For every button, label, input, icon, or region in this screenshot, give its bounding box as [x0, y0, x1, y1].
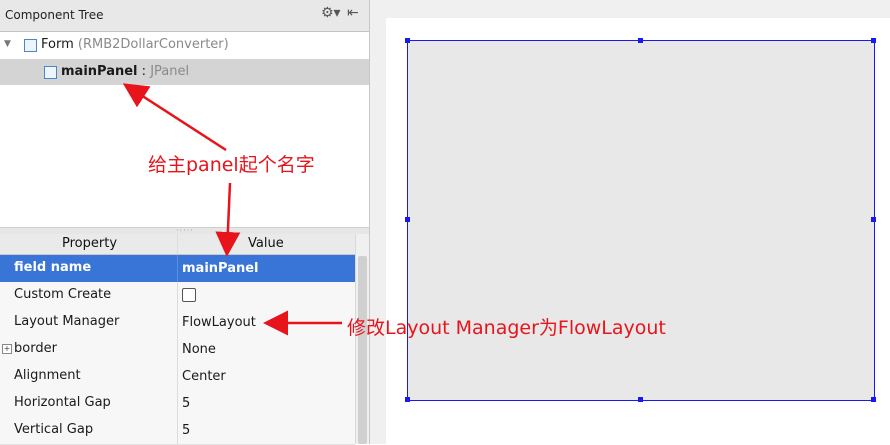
property-value-input[interactable]: mainPanel: [182, 261, 259, 276]
property-value[interactable]: Center: [182, 369, 226, 384]
resize-handle[interactable]: [638, 38, 643, 43]
column-header-value[interactable]: Value: [248, 236, 284, 251]
component-tree: ▼ Form (RMB2DollarConverter) mainPanel :…: [0, 32, 369, 227]
component-tree-header: Component Tree ⚙▾ ⇤: [0, 0, 369, 32]
property-value[interactable]: 5: [182, 396, 190, 411]
column-header-property[interactable]: Property: [62, 236, 117, 251]
annotation-layout-manager: 修改Layout Manager为FlowLayout: [347, 317, 666, 339]
layout-manager-select[interactable]: FlowLayout: [182, 315, 256, 330]
expand-triangle-icon[interactable]: ▼: [4, 39, 11, 49]
tree-node-mainpanel[interactable]: mainPanel : JPanel: [0, 59, 369, 85]
collapse-icon[interactable]: ⇤: [347, 5, 359, 21]
property-name: Layout Manager: [14, 314, 120, 329]
left-pane: Component Tree ⚙▾ ⇤ ▼ Form (RMB2DollarCo…: [0, 0, 370, 445]
resize-handle[interactable]: [871, 217, 876, 222]
resize-handle[interactable]: [405, 397, 410, 402]
component-tree-title: Component Tree: [5, 8, 104, 22]
resize-handle[interactable]: [871, 38, 876, 43]
property-name: border: [14, 341, 57, 356]
property-row-vertical-gap[interactable]: Vertical Gap 5: [0, 417, 355, 445]
property-row-alignment[interactable]: Alignment Center: [0, 363, 355, 391]
property-row-horizontal-gap[interactable]: Horizontal Gap 5: [0, 390, 355, 418]
property-value[interactable]: None: [182, 342, 216, 357]
property-name: Horizontal Gap: [14, 395, 111, 410]
resize-handle[interactable]: [405, 38, 410, 43]
property-row-custom-create[interactable]: Custom Create: [0, 282, 355, 310]
property-value[interactable]: 5: [182, 423, 190, 438]
property-row-border[interactable]: + border None: [0, 336, 355, 364]
tree-node-separator: :: [141, 64, 147, 79]
resize-handle[interactable]: [638, 397, 643, 402]
form-icon: [24, 39, 37, 52]
resize-handle[interactable]: [405, 217, 410, 222]
tree-node-form[interactable]: ▼ Form (RMB2DollarConverter): [0, 32, 369, 58]
property-name: Alignment: [14, 368, 81, 383]
property-row-layout-manager[interactable]: Layout Manager FlowLayout: [0, 309, 355, 337]
tree-node-name: Form: [41, 37, 74, 52]
tree-node-detail: (RMB2DollarConverter): [77, 37, 229, 52]
resize-handle[interactable]: [871, 397, 876, 402]
tree-node-type: JPanel: [150, 64, 190, 79]
expand-plus-icon[interactable]: +: [2, 344, 12, 354]
scroll-thumb[interactable]: [358, 256, 367, 444]
property-row-field-name[interactable]: field name mainPanel: [0, 255, 355, 283]
gear-icon[interactable]: ⚙▾: [321, 5, 341, 21]
property-name: Vertical Gap: [14, 422, 94, 437]
main-panel-preview[interactable]: [407, 40, 875, 401]
custom-create-checkbox[interactable]: [182, 288, 196, 302]
tree-node-name: mainPanel: [61, 64, 138, 79]
property-name: Custom Create: [14, 287, 112, 302]
annotation-name-panel: 给主panel起个名字: [148, 154, 315, 176]
splitter[interactable]: ·····: [0, 227, 369, 235]
panel-icon: [44, 66, 57, 79]
property-name: field name: [14, 260, 92, 275]
property-table-header: Property Value: [0, 234, 355, 255]
